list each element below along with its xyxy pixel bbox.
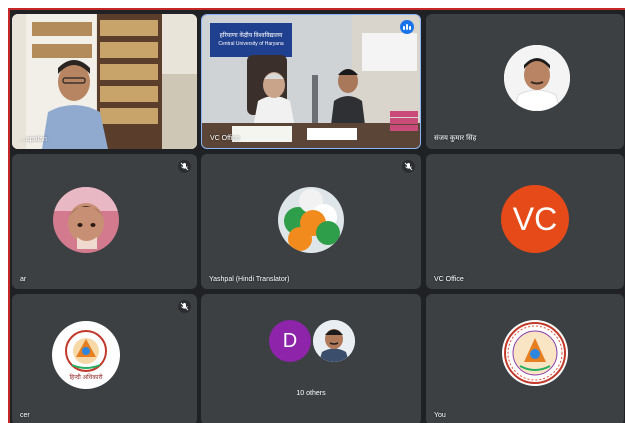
avatar [278,187,344,253]
banner-english: Central University of Haryana [218,41,284,47]
participant-name: ar [20,276,27,283]
participant-tile[interactable]: ...apalan [12,14,197,149]
avatar: हिन्दी अधिकारी [52,321,120,389]
participant-grid: ...apalan हरियाणा केंद्रीय विश्वविद्यालय… [8,8,625,423]
participant-name: Yashpal (Hindi Translator) [209,276,290,283]
participant-name: VC Office [210,135,240,142]
profile-photo [53,187,119,253]
participant-tile[interactable]: Yashpal (Hindi Translator) [201,154,421,289]
self-tile[interactable]: You [426,294,624,423]
participant-tile-active[interactable]: हरियाणा केंद्रीय विश्वविद्यालय Central U… [201,14,421,149]
profile-photo [313,320,355,362]
avatar-initials: VC [512,200,558,237]
participant-name: ...apalan [20,136,47,143]
participant-name: संजय कुमार सिंह [434,135,477,142]
mic-off-icon [402,160,415,173]
logo-caption: हिन्दी अधिकारी [69,375,103,381]
banner-hindi: हरियाणा केंद्रीय विश्वविद्यालय [219,33,283,39]
participant-tile[interactable]: हिन्दी अधिकारी cer [12,294,197,423]
avatar [313,320,355,362]
letter-avatar: VC [501,185,569,253]
mic-off-icon [178,160,191,173]
participant-name: VC Office [434,276,464,283]
letter-avatar: D [269,320,311,362]
university-logo [504,322,566,384]
participant-video [12,14,197,149]
participant-name: You [434,412,446,419]
participant-tile[interactable]: ar [12,154,197,289]
avatar-initials: D [282,329,298,352]
profile-photo [278,187,344,253]
avatar [53,187,119,253]
speaking-indicator-icon [400,20,414,34]
profile-photo [504,45,570,111]
others-count-label: 10 others [296,390,326,397]
participant-name: cer [20,412,30,419]
participant-tile[interactable]: VC VC Office [426,154,624,289]
office-banner: हरियाणा केंद्रीय विश्वविद्यालय Central U… [210,24,292,56]
meeting-window: ...apalan हरियाणा केंद्रीय विश्वविद्यालय… [0,0,625,423]
others-tile[interactable]: D 10 others [201,294,421,423]
participant-tile[interactable]: संजय कुमार सिंह [426,14,624,149]
avatar [502,320,568,386]
mic-off-icon [178,300,191,313]
avatar [504,45,570,111]
